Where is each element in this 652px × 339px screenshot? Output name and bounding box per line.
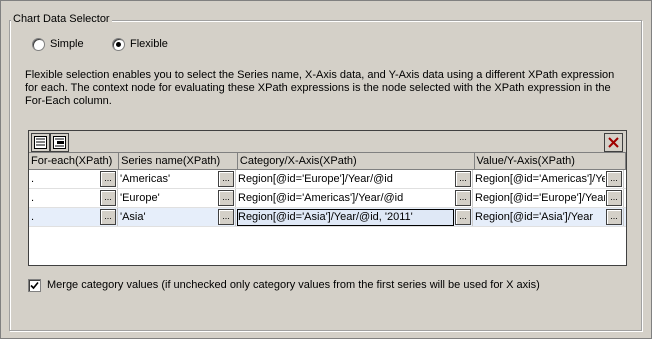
category-cell[interactable]: Region[@id='Americas']/Year/@id ... [236, 189, 473, 207]
foreach-value[interactable]: . [31, 208, 99, 226]
flexible-radio-circle[interactable] [112, 37, 125, 51]
category-cell-editing[interactable]: Region[@id='Asia']/Year/@id, '2011' ... [236, 208, 473, 226]
foreach-value[interactable]: . [31, 170, 99, 188]
foreach-edit-button[interactable]: ... [100, 171, 116, 187]
chart-data-selector-dialog: Chart Data Selector Simple Flexible Flex… [0, 0, 652, 339]
foreach-cell[interactable]: . ... [29, 208, 118, 226]
value-cell[interactable]: Region[@id='Europe']/Year ... [473, 189, 624, 207]
flexible-description: Flexible selection enables you to select… [25, 69, 615, 107]
xpath-grid: For-each(XPath) Series name(XPath) Categ… [28, 130, 627, 266]
value-value[interactable]: Region[@id='Americas']/Year [475, 170, 605, 188]
value-edit-button[interactable]: ... [606, 209, 622, 225]
series-edit-button[interactable]: ... [218, 190, 234, 206]
insert-row-button[interactable] [50, 133, 69, 152]
series-edit-button[interactable]: ... [218, 171, 234, 187]
value-value[interactable]: Region[@id='Europe']/Year [475, 189, 605, 207]
col-header-value[interactable]: Value/Y-Axis(XPath) [475, 153, 627, 169]
flexible-radio[interactable]: Flexible [112, 37, 168, 51]
category-edit-button[interactable]: ... [455, 190, 471, 206]
flexible-radio-label: Flexible [130, 38, 168, 50]
merge-checkbox-label: Merge category values (if unchecked only… [47, 279, 540, 291]
delete-row-button[interactable] [604, 133, 623, 152]
delete-row-icon [608, 137, 619, 148]
series-value[interactable]: 'Asia' [120, 208, 217, 226]
foreach-cell[interactable]: . ... [29, 170, 118, 188]
series-cell[interactable]: 'Americas' ... [118, 170, 236, 188]
table-row[interactable]: . ... 'Americas' ... Region[@id='Europe'… [29, 170, 626, 189]
category-edit-button[interactable]: ... [455, 209, 471, 225]
simple-radio[interactable]: Simple [32, 37, 84, 51]
series-cell[interactable]: 'Asia' ... [118, 208, 236, 226]
grid-header: For-each(XPath) Series name(XPath) Categ… [29, 153, 627, 170]
category-value[interactable]: Region[@id='Europe']/Year/@id [238, 170, 454, 188]
merge-category-checkbox[interactable]: Merge category values (if unchecked only… [28, 278, 540, 292]
category-value[interactable]: Region[@id='Americas']/Year/@id [238, 189, 454, 207]
merge-checkbox-box[interactable] [28, 278, 41, 292]
col-header-foreach[interactable]: For-each(XPath) [29, 153, 120, 169]
value-cell[interactable]: Region[@id='Americas']/Year ... [473, 170, 624, 188]
value-edit-button[interactable]: ... [606, 171, 622, 187]
series-value[interactable]: 'Europe' [120, 189, 217, 207]
foreach-value[interactable]: . [31, 189, 99, 207]
simple-radio-label: Simple [50, 38, 84, 50]
simple-radio-circle[interactable] [32, 37, 45, 51]
group-title: Chart Data Selector [11, 13, 112, 26]
series-edit-button[interactable]: ... [218, 209, 234, 225]
insert-row-icon [53, 136, 66, 149]
checkmark-icon [30, 281, 39, 289]
foreach-edit-button[interactable]: ... [100, 209, 116, 225]
foreach-cell[interactable]: . ... [29, 189, 118, 207]
value-edit-button[interactable]: ... [606, 190, 622, 206]
append-row-icon [34, 136, 47, 149]
value-cell[interactable]: Region[@id='Asia']/Year ... [473, 208, 624, 226]
col-header-series[interactable]: Series name(XPath) [119, 153, 238, 169]
table-row-selected[interactable]: . ... 'Asia' ... Region[@id='Asia']/Year… [29, 208, 626, 227]
series-cell[interactable]: 'Europe' ... [118, 189, 236, 207]
series-value[interactable]: 'Americas' [120, 170, 217, 188]
table-row[interactable]: . ... 'Europe' ... Region[@id='Americas'… [29, 189, 626, 208]
append-row-button[interactable] [31, 133, 50, 152]
col-header-category[interactable]: Category/X-Axis(XPath) [238, 153, 475, 169]
grid-toolbar [29, 131, 626, 153]
category-value-input[interactable]: Region[@id='Asia']/Year/@id, '2011' [237, 209, 454, 226]
category-edit-button[interactable]: ... [455, 171, 471, 187]
foreach-edit-button[interactable]: ... [100, 190, 116, 206]
value-value[interactable]: Region[@id='Asia']/Year [475, 208, 605, 226]
category-cell[interactable]: Region[@id='Europe']/Year/@id ... [236, 170, 473, 188]
